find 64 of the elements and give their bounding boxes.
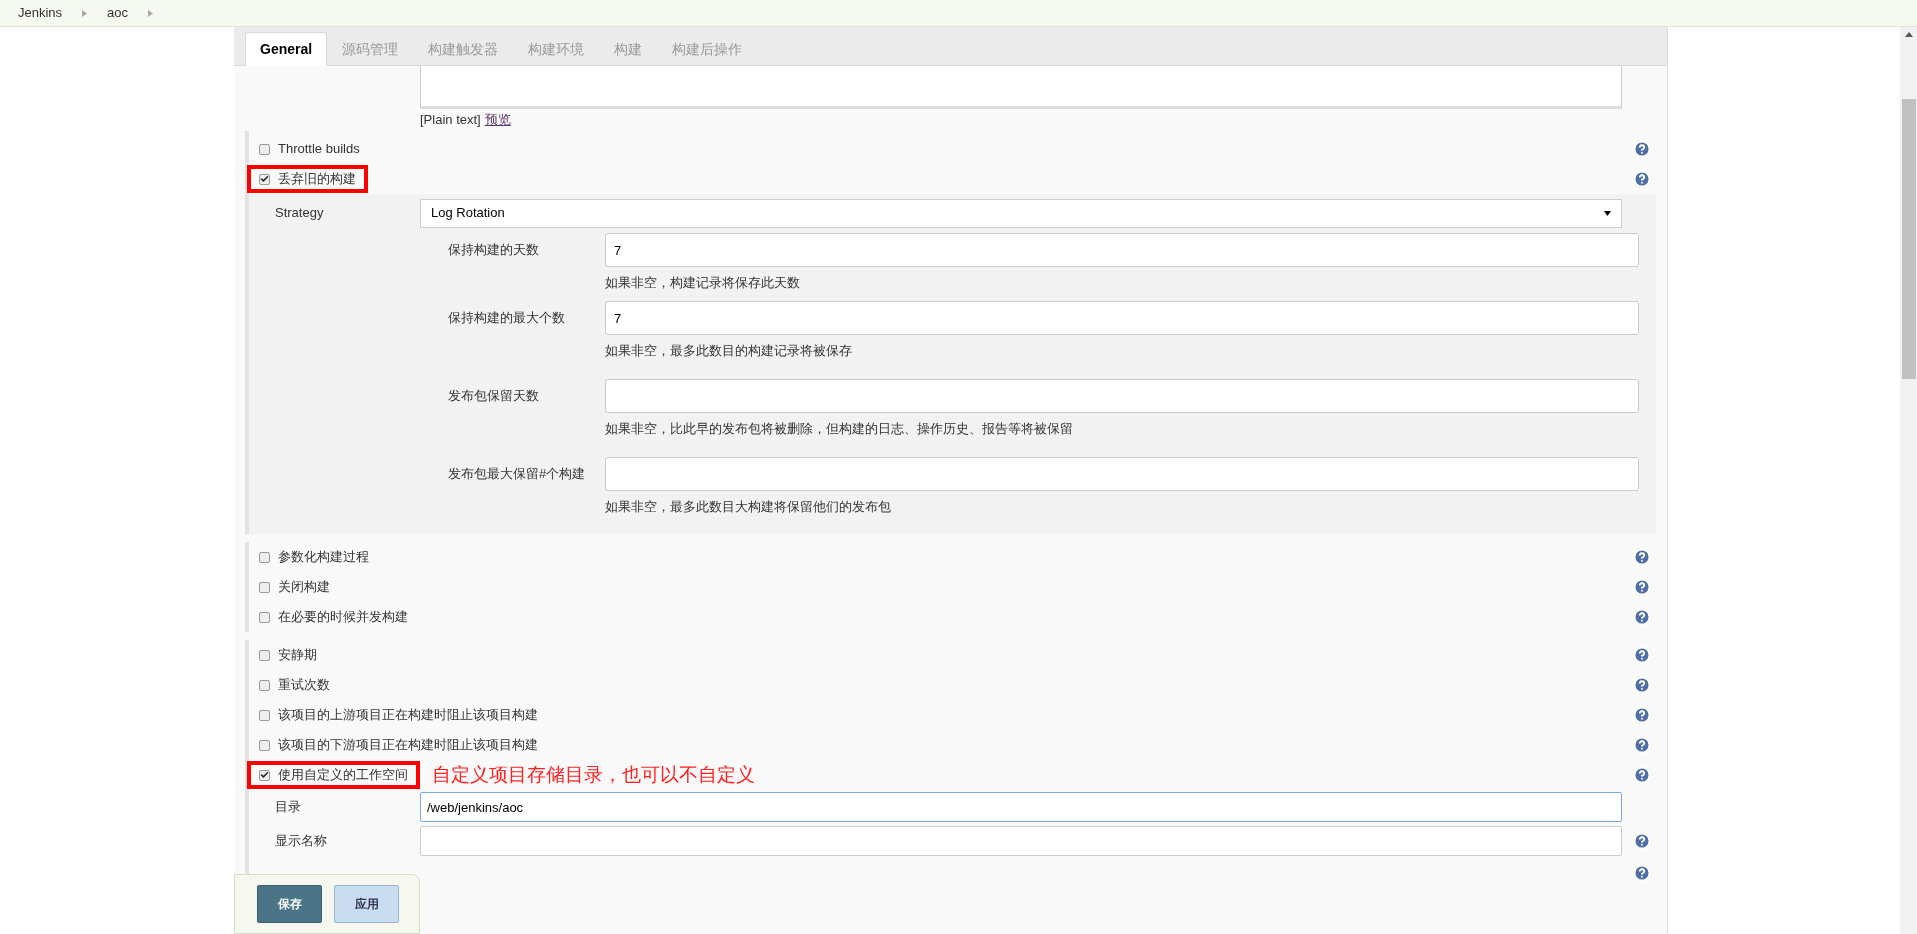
checkbox[interactable] bbox=[259, 551, 270, 563]
checkbox[interactable] bbox=[259, 649, 270, 661]
scroll-up-icon[interactable] bbox=[1904, 32, 1913, 37]
help-icon[interactable] bbox=[1633, 140, 1651, 158]
apply-button[interactable]: 应用 bbox=[334, 885, 399, 923]
preview-link[interactable]: 预览 bbox=[484, 110, 511, 130]
option-label: 参数化构建过程 bbox=[278, 548, 369, 567]
option-label: 该项目的上游项目正在构建时阻止该项目构建 bbox=[278, 706, 538, 725]
chevron-icon bbox=[148, 9, 154, 17]
dropdown-caret-icon bbox=[1604, 210, 1611, 216]
help-text: 如果非空，比此早的发布包将被删除，但构建的日志、操作历史、报告等将被保留 bbox=[605, 420, 1073, 439]
help-icon[interactable] bbox=[1633, 736, 1651, 754]
number-field[interactable] bbox=[605, 379, 1639, 413]
checkbox[interactable] bbox=[259, 709, 270, 721]
help-icon[interactable] bbox=[1633, 832, 1651, 850]
save-button[interactable]: 保存 bbox=[257, 885, 322, 923]
option-label: 在必要的时候并发构建 bbox=[278, 608, 408, 627]
annotation-text: 自定义项目存储目录，也可以不自定义 bbox=[432, 762, 755, 787]
option-label: 安静期 bbox=[278, 646, 317, 665]
field-label: 发布包最大保留#个构建 bbox=[447, 465, 587, 484]
help-text: 如果非空，最多此数目的构建记录将被保存 bbox=[605, 342, 852, 361]
help-icon[interactable] bbox=[1633, 608, 1651, 626]
breadcrumb-link[interactable]: aoc bbox=[107, 3, 129, 23]
option-label: 丢弃旧的构建 bbox=[278, 170, 356, 189]
number-field[interactable]: 7 bbox=[605, 233, 1639, 267]
help-icon[interactable] bbox=[1633, 766, 1651, 784]
help-icon[interactable] bbox=[1633, 578, 1651, 596]
option-label: 该项目的下游项目正在构建时阻止该项目构建 bbox=[278, 736, 538, 755]
help-text: 如果非空，构建记录将保存此天数 bbox=[605, 274, 800, 293]
text-field[interactable] bbox=[420, 826, 1622, 856]
field-label: 显示名称 bbox=[274, 832, 328, 851]
checkbox[interactable] bbox=[259, 173, 270, 185]
scrollbar-thumb[interactable] bbox=[1901, 99, 1916, 379]
chevron-icon bbox=[82, 9, 88, 17]
help-icon[interactable] bbox=[1633, 170, 1651, 188]
help-icon[interactable] bbox=[1633, 864, 1651, 882]
option-label: 使用自定义的工作空间 bbox=[278, 766, 408, 785]
number-field[interactable] bbox=[605, 457, 1639, 491]
format-text: [Plain text] bbox=[420, 111, 481, 130]
help-icon[interactable] bbox=[1633, 706, 1651, 724]
text-field[interactable]: /web/jenkins/aoc bbox=[420, 792, 1622, 822]
checkbox[interactable] bbox=[259, 769, 270, 781]
field-label: 保持构建的最大个数 bbox=[447, 309, 566, 328]
checkbox[interactable] bbox=[259, 611, 270, 623]
help-text: 如果非空，最多此数目大构建将保留他们的发布包 bbox=[605, 498, 891, 517]
option-label: 重试次数 bbox=[278, 676, 330, 695]
field-label: 保持构建的天数 bbox=[447, 241, 540, 260]
checkbox[interactable] bbox=[259, 739, 270, 751]
tab[interactable]: General bbox=[245, 32, 328, 66]
checkbox[interactable] bbox=[259, 679, 270, 691]
checkbox[interactable] bbox=[259, 581, 270, 593]
strategy-label: Strategy bbox=[274, 204, 325, 223]
help-icon[interactable] bbox=[1633, 548, 1651, 566]
scrollbar[interactable] bbox=[1900, 27, 1917, 934]
checkbox[interactable] bbox=[259, 143, 270, 155]
field-label: 目录 bbox=[274, 798, 302, 817]
strategy-select[interactable]: Log Rotation bbox=[420, 198, 1622, 228]
field-label: 发布包保留天数 bbox=[447, 387, 540, 406]
breadcrumb-link[interactable]: Jenkins bbox=[18, 3, 63, 23]
help-icon[interactable] bbox=[1633, 676, 1651, 694]
option-label: 关闭构建 bbox=[278, 578, 330, 597]
number-field[interactable]: 7 bbox=[605, 301, 1639, 335]
help-icon[interactable] bbox=[1633, 646, 1651, 664]
option-label: Throttle builds bbox=[278, 140, 360, 159]
